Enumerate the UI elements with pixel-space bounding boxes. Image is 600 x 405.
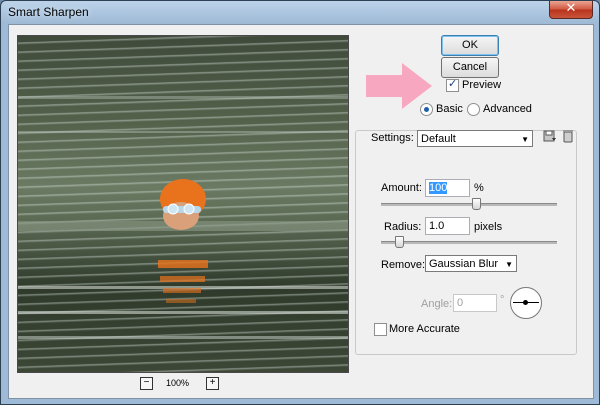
preview-image[interactable] [17,35,349,373]
zoom-in-button[interactable]: + [206,377,219,390]
angle-value: 0 [457,297,464,309]
radius-slider[interactable] [381,241,557,244]
close-icon: ✕ [565,1,577,16]
remove-label: Remove: [381,259,426,271]
settings-value: Default [421,133,456,145]
amount-unit: % [474,182,484,194]
zoom-out-button[interactable]: − [140,377,153,390]
radius-slider-thumb[interactable] [394,236,404,248]
more-accurate-checkbox[interactable] [374,323,387,336]
more-accurate-label: More Accurate [389,323,460,335]
radius-unit: pixels [474,221,503,233]
advanced-radio[interactable] [467,103,480,116]
ok-button[interactable]: OK [441,35,499,56]
amount-input[interactable]: 100 [425,179,470,197]
preview-label: Preview [462,79,502,91]
amount-slider-thumb[interactable] [472,198,482,210]
cancel-button[interactable]: Cancel [441,57,499,78]
delete-settings-icon[interactable] [562,129,574,143]
angle-label: Angle: [421,298,453,310]
remove-value: Gaussian Blur [429,258,499,270]
radius-input[interactable]: 1.0 [425,217,470,235]
swimmer-photo [18,96,348,339]
window-title: Smart Sharpen [8,5,89,19]
advanced-label: Advanced [483,103,532,115]
angle-dial [510,287,542,319]
close-button[interactable]: ✕ [549,1,593,19]
amount-slider[interactable] [381,203,557,206]
checkmark-icon: ✓ [448,78,458,90]
zoom-controls: − 100% + [140,377,220,391]
chevron-down-icon: ▼ [521,135,529,144]
angle-input: 0 [453,294,497,312]
amount-value: 100 [429,182,448,194]
save-settings-icon[interactable] [543,129,557,143]
settings-label: Settings: [371,132,414,144]
remove-dropdown[interactable]: Gaussian Blur ▼ [425,255,517,272]
angle-unit: ° [500,294,505,306]
title-bar: Smart Sharpen ✕ [1,1,599,23]
basic-label: Basic [436,103,463,115]
chevron-down-icon: ▼ [505,260,513,269]
preview-checkbox[interactable]: ✓ [446,78,459,92]
zoom-level: 100% [166,378,190,388]
dialog-body: − 100% + OK Cancel ✓ Preview Basic Advan… [8,24,594,399]
amount-label: Amount: [381,182,422,194]
basic-radio[interactable] [420,103,433,116]
radius-value: 1.0 [429,220,445,232]
annotation-arrow-icon [366,63,432,109]
radius-label: Radius: [384,221,422,233]
settings-dropdown[interactable]: Default ▼ [417,130,533,147]
smart-sharpen-dialog: Smart Sharpen ✕ − 100% + OK Cancel ✓ Pre… [0,0,600,405]
